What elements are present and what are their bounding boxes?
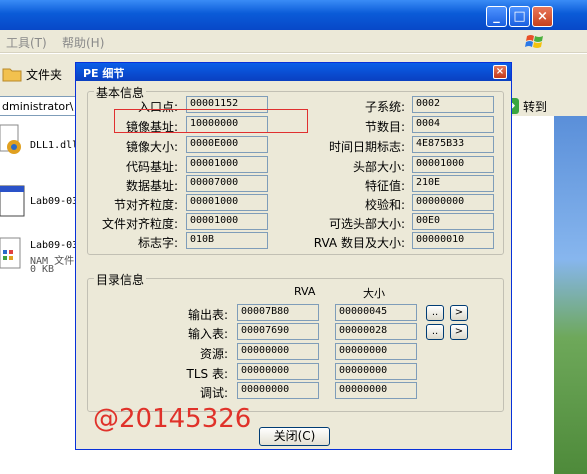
watermark-text: @20145326 [93, 404, 252, 434]
label-magic: 标志字: [137, 236, 178, 250]
field-code-base[interactable]: 00001000 [186, 156, 268, 173]
label-rva-count: RVA 数目及大小: [313, 236, 405, 250]
field-section-alignment[interactable]: 00001000 [186, 194, 268, 211]
folders-button[interactable]: 文件夹 [26, 66, 62, 83]
label-code-base: 代码基址: [125, 160, 178, 174]
file-name: Lab09-03 [30, 196, 79, 207]
field-debug-size[interactable]: 00000000 [335, 382, 417, 399]
field-checksum[interactable]: 00000000 [412, 194, 494, 211]
exe-window-icon [0, 185, 25, 217]
label-checksum: 校验和: [364, 198, 405, 212]
label-file-alignment: 文件对齐粒度: [101, 217, 178, 231]
field-subsystem[interactable]: 0002 [412, 96, 494, 113]
explorer-menubar: 工具(T) 帮助(H) [0, 30, 587, 53]
field-image-size[interactable]: 0000E000 [186, 136, 268, 153]
group-title: 目录信息 [94, 271, 147, 288]
field-resources-size[interactable]: 00000000 [335, 343, 417, 360]
goto-label: 转到 [523, 100, 548, 114]
field-rva-count[interactable]: 00000010 [412, 232, 494, 249]
import-details-button[interactable]: .. [426, 324, 444, 340]
field-optional-header-size[interactable]: 00E0 [412, 213, 494, 230]
field-import-rva[interactable]: 00007690 [237, 323, 319, 340]
label-tls-table: TLS 表: [186, 367, 229, 381]
export-view-button[interactable]: > [450, 305, 468, 321]
field-resources-rva[interactable]: 00000000 [237, 343, 319, 360]
maximize-button[interactable]: □ [509, 6, 530, 27]
explorer-titlebar: _ □ × [0, 0, 587, 30]
field-data-base[interactable]: 00007000 [186, 175, 268, 192]
export-details-button[interactable]: .. [426, 305, 444, 321]
field-header-size[interactable]: 00001000 [412, 156, 494, 173]
field-import-size[interactable]: 00000028 [335, 323, 417, 340]
label-section-alignment: 节对齐粒度: [113, 198, 178, 212]
column-rva: RVA [294, 285, 316, 298]
label-subsystem: 子系统: [364, 100, 405, 114]
field-timestamp[interactable]: 4E875B33 [412, 136, 494, 153]
import-view-button[interactable]: > [450, 324, 468, 340]
field-file-alignment[interactable]: 00001000 [186, 213, 268, 230]
desktop-background [554, 116, 587, 474]
field-tls-size[interactable]: 00000000 [335, 363, 417, 380]
dialog-titlebar: PE 细节 × [76, 63, 511, 81]
nam-file-icon [0, 237, 21, 269]
window-close-button[interactable]: × [532, 6, 553, 27]
file-size: 0 KB [30, 264, 55, 275]
label-debug: 调试: [199, 386, 228, 400]
field-export-rva[interactable]: 00007B80 [237, 304, 319, 321]
folder-icon [2, 68, 22, 82]
menu-help[interactable]: 帮助(H) [62, 34, 104, 51]
minimize-button[interactable]: _ [486, 6, 507, 27]
field-export-size[interactable]: 00000045 [335, 304, 417, 321]
label-export-table: 输出表: [187, 308, 228, 322]
windows-logo-icon [525, 35, 543, 48]
label-section-count: 节数目: [364, 120, 405, 134]
label-timestamp: 时间日期标志: [328, 140, 405, 154]
file-name: DLL1.dll [30, 140, 79, 151]
file-name: Lab09-03 [30, 240, 79, 251]
menu-tools[interactable]: 工具(T) [6, 34, 47, 51]
label-optional-header-size: 可选头部大小: [328, 217, 405, 231]
field-debug-rva[interactable]: 00000000 [237, 382, 319, 399]
dialog-close-icon[interactable]: × [493, 65, 507, 79]
label-header-size: 头部大小: [352, 160, 405, 174]
field-section-count[interactable]: 0004 [412, 116, 494, 133]
label-characteristics: 特征值: [364, 179, 405, 193]
dll-file-icon [0, 124, 21, 154]
label-image-size: 镜像大小: [125, 140, 178, 154]
label-import-table: 输入表: [187, 327, 228, 341]
dialog-title: PE 细节 [83, 67, 125, 80]
address-input[interactable]: dministrator\ [0, 96, 80, 116]
field-tls-rva[interactable]: 00000000 [237, 363, 319, 380]
field-magic[interactable]: 010B [186, 232, 268, 249]
close-button[interactable]: 关闭(C) [259, 427, 330, 446]
field-characteristics[interactable]: 210E [412, 175, 494, 192]
column-size: 大小 [363, 287, 385, 300]
highlight-annotation [114, 109, 308, 133]
label-resources: 资源: [199, 347, 228, 361]
label-data-base: 数据基址: [125, 179, 178, 193]
